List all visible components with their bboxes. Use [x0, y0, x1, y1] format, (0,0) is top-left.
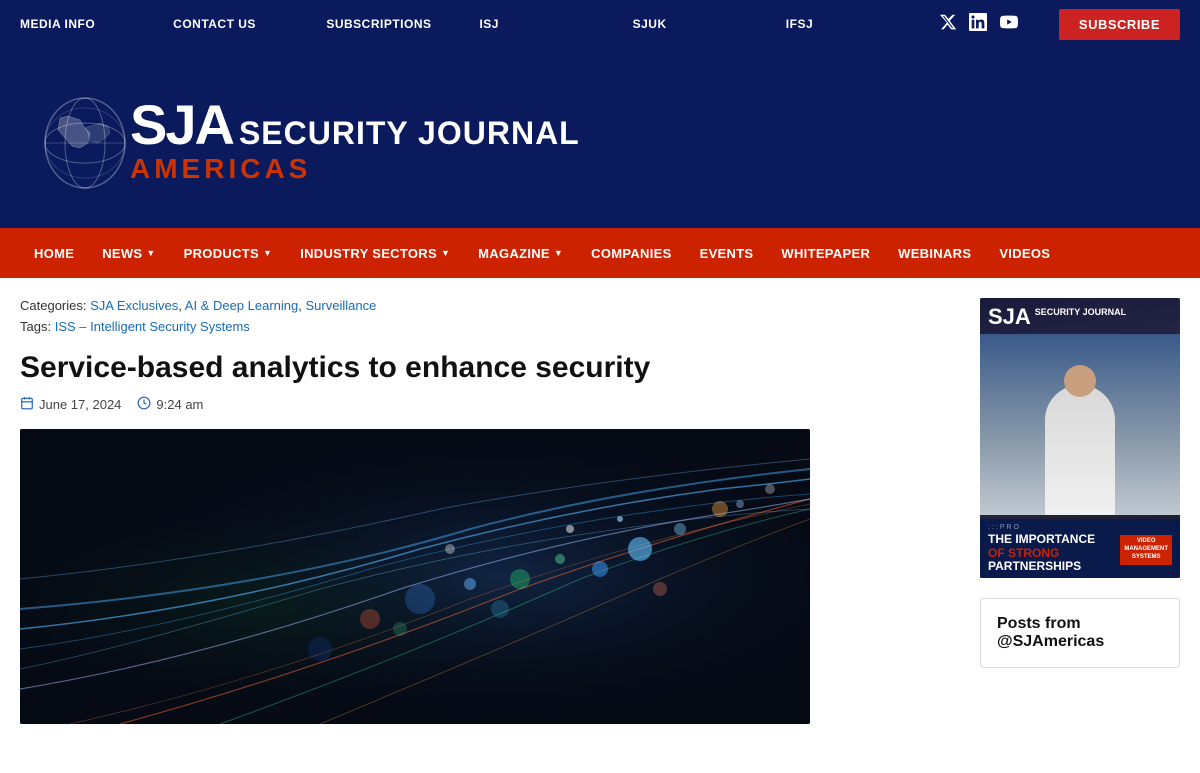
nav-isj[interactable]: ISJ: [479, 17, 612, 31]
magazine-cover: SJA SECURITY JOURNAL :::PRO THE IMPORTAN…: [980, 298, 1180, 578]
chevron-down-icon: ▼: [441, 248, 450, 258]
chevron-down-icon: ▼: [263, 248, 272, 258]
nav-ifsj[interactable]: IFSJ: [786, 17, 919, 31]
calendar-icon: [20, 396, 34, 413]
category-surveillance[interactable]: Surveillance: [305, 298, 376, 313]
category-ai-deep-learning[interactable]: AI & Deep Learning: [185, 298, 298, 313]
nav-webinars[interactable]: WEBINARS: [884, 228, 985, 278]
nav-subscriptions[interactable]: SUBSCRIPTIONS: [326, 17, 459, 31]
article-time: 9:24 am: [137, 396, 203, 413]
nav-whitepaper[interactable]: WHITEPAPER: [767, 228, 884, 278]
twitter-icon[interactable]: [939, 13, 957, 36]
sidebar-magazine[interactable]: SJA SECURITY JOURNAL :::PRO THE IMPORTAN…: [980, 298, 1180, 578]
tags-line: Tags: ISS – Intelligent Security Systems: [20, 319, 950, 334]
mag-headline-2: OF STRONG: [988, 547, 1095, 560]
article-date-text: June 17, 2024: [39, 397, 121, 412]
chevron-down-icon: ▼: [146, 248, 155, 258]
top-bar: MEDIA INFO CONTACT US SUBSCRIPTIONS ISJ …: [0, 0, 1200, 48]
nav-magazine[interactable]: MAGAZINE ▼: [464, 228, 577, 278]
logo-americas: AMERICAS: [130, 153, 580, 185]
categories-line: Categories: SJA Exclusives, AI & Deep Le…: [20, 298, 950, 313]
logo-text: SJA SECURITY JOURNAL AMERICAS: [130, 92, 580, 185]
sidebar-posts: Posts from @SJAmericas: [980, 598, 1180, 668]
main-navbar: HOME NEWS ▼ PRODUCTS ▼ INDUSTRY SECTORS …: [0, 228, 1200, 278]
nav-media-info[interactable]: MEDIA INFO: [20, 17, 153, 31]
content-area: Categories: SJA Exclusives, AI & Deep Le…: [0, 278, 1200, 724]
logo[interactable]: SJA SECURITY JOURNAL AMERICAS: [30, 78, 580, 198]
nav-videos[interactable]: VIDEOS: [985, 228, 1064, 278]
globe-icon: [30, 78, 140, 198]
main-content: Categories: SJA Exclusives, AI & Deep Le…: [20, 298, 950, 724]
fiber-lines-decoration: [20, 429, 810, 724]
sidebar: SJA SECURITY JOURNAL :::PRO THE IMPORTAN…: [980, 298, 1180, 724]
article-meta: June 17, 2024 9:24 am: [20, 396, 950, 413]
article-title: Service-based analytics to enhance secur…: [20, 350, 950, 386]
mag-sja: SJA: [988, 306, 1031, 328]
youtube-icon[interactable]: [999, 13, 1019, 36]
article-date: June 17, 2024: [20, 396, 121, 413]
mag-security-journal: SECURITY JOURNAL: [1035, 308, 1126, 318]
mag-vms: VIDEOMANAGEMENTSYSTEMS: [1124, 538, 1168, 561]
posts-title: Posts from: [997, 615, 1163, 633]
social-icons: [939, 13, 1019, 36]
category-sja-exclusives[interactable]: SJA Exclusives: [90, 298, 178, 313]
nav-news[interactable]: NEWS ▼: [88, 228, 169, 278]
tag-iss[interactable]: ISS – Intelligent Security Systems: [55, 319, 250, 334]
clock-icon: [137, 396, 151, 413]
categories-label: Categories:: [20, 298, 86, 313]
subscribe-button[interactable]: SUBSCRIBE: [1059, 9, 1180, 40]
nav-home[interactable]: HOME: [20, 228, 88, 278]
linkedin-icon[interactable]: [969, 13, 987, 36]
logo-sja-letters: SJA: [130, 92, 233, 157]
nav-sjuk[interactable]: SJUK: [633, 17, 766, 31]
mag-pro-label: :::PRO: [988, 524, 1172, 531]
nav-contact-us[interactable]: CONTACT US: [173, 17, 306, 31]
site-header: SJA SECURITY JOURNAL AMERICAS: [0, 48, 1200, 228]
posts-handle: @SJAmericas: [997, 633, 1163, 651]
article-image: [20, 429, 810, 724]
article-time-text: 9:24 am: [156, 397, 203, 412]
chevron-down-icon: ▼: [554, 248, 563, 258]
top-bar-links: MEDIA INFO CONTACT US SUBSCRIPTIONS ISJ …: [20, 17, 919, 31]
nav-events[interactable]: EVENTS: [686, 228, 768, 278]
nav-companies[interactable]: COMPANIES: [577, 228, 685, 278]
mag-headline-3: PARTNERSHIPS: [988, 560, 1095, 573]
nav-products[interactable]: PRODUCTS ▼: [170, 228, 287, 278]
nav-industry-sectors[interactable]: INDUSTRY SECTORS ▼: [286, 228, 464, 278]
tags-label: Tags:: [20, 319, 51, 334]
logo-security-journal: SECURITY JOURNAL: [239, 115, 580, 152]
